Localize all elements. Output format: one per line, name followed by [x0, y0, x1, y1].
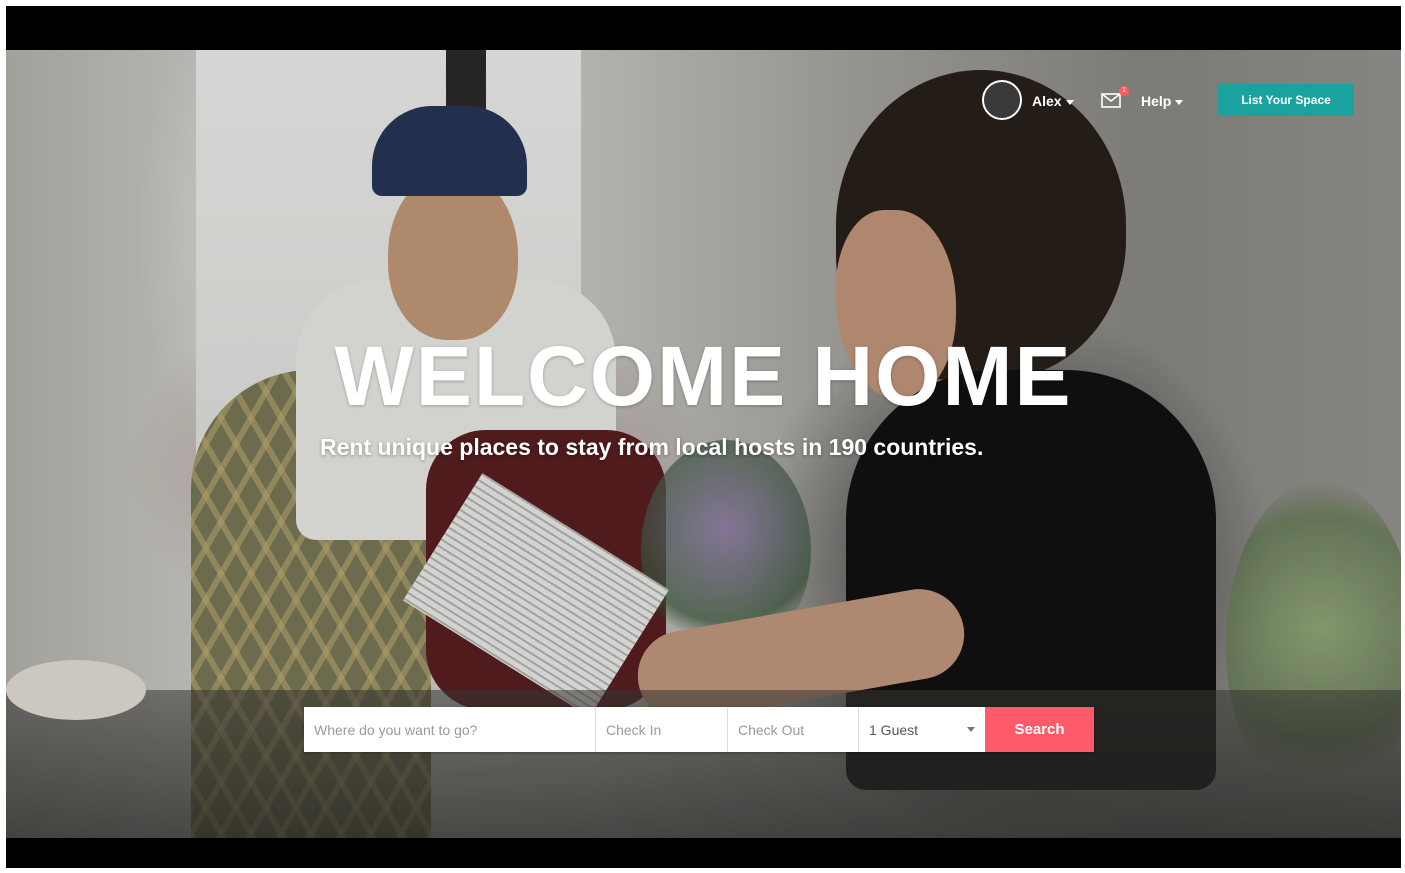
hero-subheadline: Rent unique places to stay from local ho…: [320, 434, 984, 460]
check-out-input[interactable]: [728, 707, 859, 752]
hero-section: Alex 1 Help List Your Space WELCOME HOME…: [6, 50, 1401, 838]
chevron-down-icon: [1175, 99, 1184, 105]
chevron-down-icon: [1065, 99, 1074, 105]
help-menu[interactable]: Help: [1141, 92, 1184, 110]
check-in-input[interactable]: [596, 707, 728, 752]
guests-value: 1 Guest: [869, 721, 919, 738]
envelope-icon[interactable]: [1101, 93, 1121, 108]
search-bar: 1 Guest Search: [304, 707, 1094, 752]
screen: Alex 1 Help List Your Space WELCOME HOME…: [0, 0, 1405, 873]
hero-headline: WELCOME HOME: [334, 329, 1073, 423]
chevron-down-icon: [967, 727, 975, 732]
search-button[interactable]: Search: [985, 707, 1094, 752]
list-your-space-button[interactable]: List Your Space: [1218, 84, 1354, 116]
user-name: Alex: [1032, 93, 1062, 109]
guests-select[interactable]: 1 Guest: [859, 707, 985, 752]
notification-badge: 1: [1119, 86, 1129, 96]
letterbox-bottom: [6, 838, 1401, 868]
user-menu[interactable]: Alex: [1032, 92, 1074, 110]
help-label: Help: [1141, 93, 1172, 109]
user-avatar[interactable]: [982, 80, 1022, 120]
destination-input[interactable]: [304, 707, 596, 752]
letterbox-top: [6, 6, 1401, 50]
